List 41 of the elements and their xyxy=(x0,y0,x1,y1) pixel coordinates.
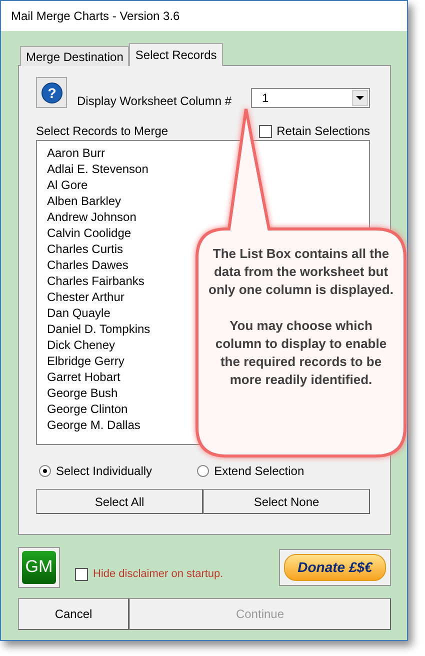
radio-button[interactable] xyxy=(39,465,51,477)
retain-label: Retain Selections xyxy=(276,124,370,138)
list-item[interactable]: Aaron Burr xyxy=(47,145,106,161)
radio-label: Select Individually xyxy=(56,464,152,478)
radio-button[interactable] xyxy=(197,465,210,477)
help-button[interactable]: ? xyxy=(36,77,67,108)
list-item[interactable]: Adlai E. Stevenson xyxy=(47,161,148,177)
list-item[interactable]: Dan Quayle xyxy=(47,305,110,321)
retain-checkbox[interactable] xyxy=(258,124,272,138)
help-icon: ? xyxy=(40,82,62,104)
list-item[interactable]: Garret Hobart xyxy=(47,369,120,385)
list-item[interactable]: Chester Arthur xyxy=(47,289,124,305)
list-item[interactable]: George M. Dallas xyxy=(47,417,140,433)
list-item[interactable]: George Bush xyxy=(47,385,118,401)
column-label: Display Worksheet Column # xyxy=(77,94,232,108)
list-item[interactable]: Al Gore xyxy=(47,177,88,193)
list-item[interactable]: Charles Fairbanks xyxy=(47,273,144,289)
donate-label: Donate £$€ xyxy=(284,554,386,580)
disclaimer-label: Hide disclaimer on startup. xyxy=(93,568,224,580)
column-dropdown[interactable]: 1 xyxy=(251,88,370,108)
list-item[interactable]: George Clinton xyxy=(47,401,128,417)
radio-label: Extend Selection xyxy=(214,464,304,478)
callout-text: You may choose which column to display to enable the required records to be more readily identified. xyxy=(214,317,388,389)
donate-button[interactable]: Donate £$€ xyxy=(279,548,391,586)
tab[interactable]: Merge Destination xyxy=(20,46,130,66)
disclaimer-checkbox[interactable] xyxy=(75,568,88,580)
list-item[interactable]: Andrew Johnson xyxy=(47,209,136,225)
list-item[interactable]: Charles Curtis xyxy=(47,241,124,257)
list-item[interactable]: Alben Barkley xyxy=(47,193,122,209)
records-label: Select Records to Merge xyxy=(36,124,168,138)
list-item[interactable]: Elbridge Gerry xyxy=(47,353,124,369)
select-button[interactable]: Select All xyxy=(36,489,203,514)
tab[interactable]: Select Records xyxy=(129,43,223,66)
list-item[interactable]: Calvin Coolidge xyxy=(47,225,132,241)
list-item[interactable]: Charles Dawes xyxy=(47,257,128,273)
select-button[interactable]: Select None xyxy=(203,489,370,514)
list-item[interactable]: Daniel D. Tompkins xyxy=(47,321,150,337)
callout-text: The List Box contains all the data from the worksheet but only one column is displayed. xyxy=(208,245,394,299)
list-item[interactable]: Dick Cheney xyxy=(47,337,116,353)
window-title: Mail Merge Charts - Version 3.6 xyxy=(11,9,180,23)
dialog-button[interactable]: Cancel xyxy=(18,598,129,630)
